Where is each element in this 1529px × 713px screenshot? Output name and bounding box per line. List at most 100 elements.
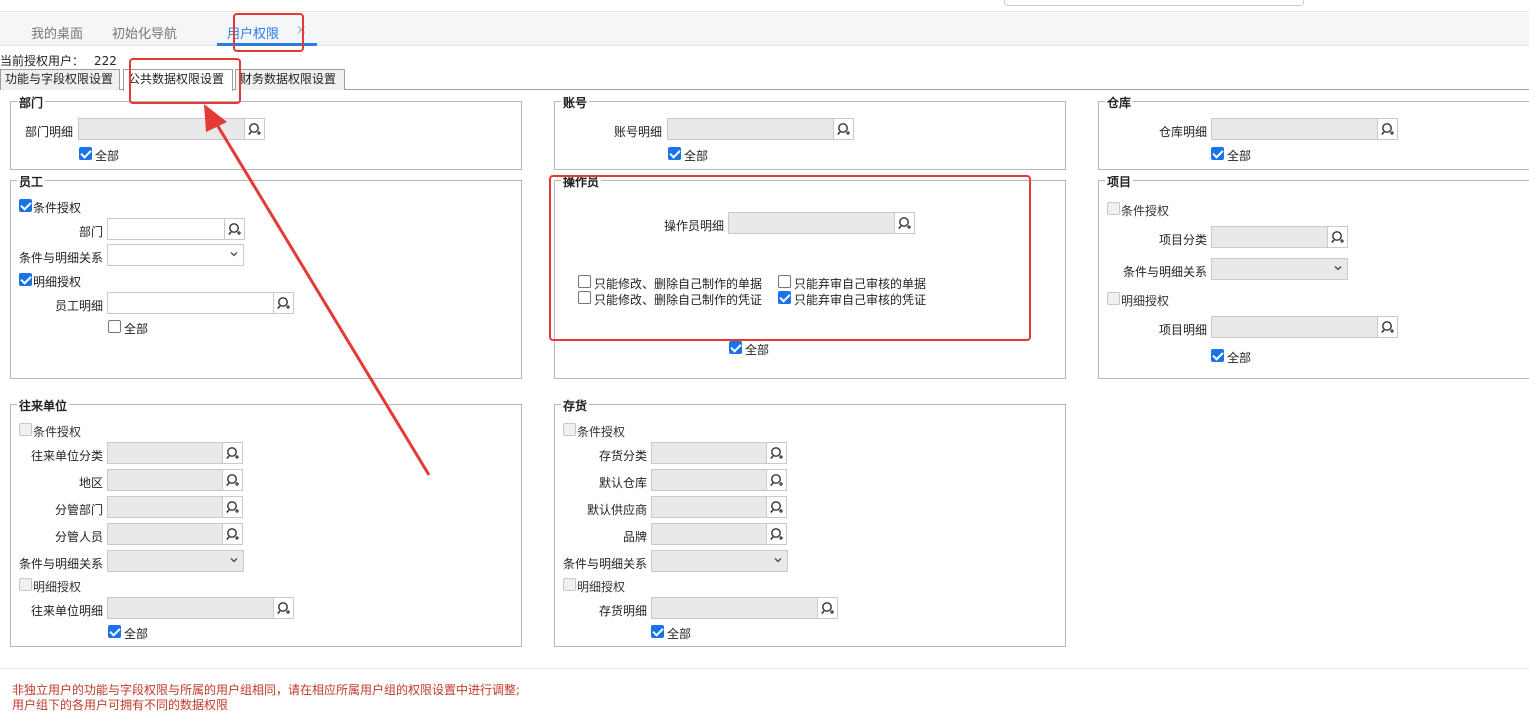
employee-cond-checkbox[interactable] (19, 199, 32, 212)
inventory-brand-search-button[interactable] (767, 523, 787, 545)
operator-detail-input[interactable] (728, 212, 895, 234)
partner-category-search-button[interactable] (223, 442, 243, 464)
warehouse-detail-search-button[interactable] (1378, 118, 1398, 140)
account-detail-label: 账号明细 (614, 125, 663, 139)
project-cond-checkbox[interactable] (1107, 202, 1120, 215)
inventory-cond-label: 条件授权 (577, 425, 626, 439)
chevron-down-icon (229, 555, 239, 565)
inventory-supplier-input[interactable] (651, 496, 767, 518)
tab-init-nav[interactable]: 初始化导航 (112, 23, 177, 42)
chevron-down-icon (1333, 263, 1343, 273)
inventory-brand-input[interactable] (651, 523, 767, 545)
inventory-all-checkbox[interactable] (651, 625, 664, 638)
operator-opt4-checkbox[interactable] (778, 291, 791, 304)
employee-all-checkbox[interactable] (108, 320, 121, 333)
operator-opt1-label: 只能修改、删除自己制作的单据 (594, 277, 763, 291)
subtab-public-data[interactable]: 公共数据权限设置 (123, 69, 233, 91)
employee-detail-auth-label: 明细授权 (33, 275, 82, 289)
search-icon (770, 500, 784, 514)
tab-my-desktop[interactable]: 我的桌面 (31, 23, 83, 42)
account-all-label: 全部 (684, 149, 709, 163)
operator-all-checkbox[interactable] (729, 341, 742, 354)
inventory-relation-label: 条件与明细关系 (563, 557, 648, 571)
project-detail-label: 项目明细 (1159, 323, 1208, 337)
partner-cond-label: 条件授权 (33, 425, 82, 439)
partner-all-checkbox[interactable] (108, 625, 121, 638)
partner-dept-input[interactable] (107, 496, 223, 518)
search-icon (226, 500, 240, 514)
main-tab-bar: 我的桌面 初始化导航 用户权限 × (0, 13, 1529, 46)
project-group-title: 项目 (1105, 173, 1134, 190)
inventory-relation-select[interactable] (651, 550, 788, 572)
inventory-supplier-search-button[interactable] (767, 496, 787, 518)
employee-relation-select[interactable] (107, 244, 244, 266)
dept-detail-input[interactable] (78, 118, 245, 140)
partner-relation-select[interactable] (107, 550, 244, 572)
employee-dept-label: 部门 (79, 225, 104, 239)
dept-detail-search-button[interactable] (245, 118, 265, 140)
inventory-warehouse-search-button[interactable] (767, 469, 787, 491)
inventory-category-input[interactable] (651, 442, 767, 464)
project-detail-input[interactable] (1211, 316, 1378, 338)
inventory-group-title: 存货 (561, 397, 590, 414)
partner-person-search-button[interactable] (223, 523, 243, 545)
account-detail-input[interactable] (667, 118, 834, 140)
employee-detail-input[interactable] (107, 292, 274, 314)
inventory-detail-auth-checkbox[interactable] (563, 578, 576, 591)
search-icon (898, 216, 912, 230)
partner-region-search-button[interactable] (223, 469, 243, 491)
project-category-input[interactable] (1211, 226, 1328, 248)
chevron-down-icon (773, 555, 783, 565)
partner-dept-search-button[interactable] (223, 496, 243, 518)
employee-dept-input[interactable] (107, 218, 225, 240)
operator-opt2-checkbox[interactable] (578, 291, 591, 304)
account-detail-search-button[interactable] (834, 118, 854, 140)
operator-detail-label: 操作员明细 (664, 219, 725, 233)
employee-dept-search-button[interactable] (225, 218, 245, 240)
inventory-warehouse-input[interactable] (651, 469, 767, 491)
search-icon (248, 122, 262, 136)
current-user-value: 222 (94, 54, 117, 68)
partner-detail-auth-checkbox[interactable] (19, 578, 32, 591)
partner-person-input[interactable] (107, 523, 223, 545)
account-all-checkbox[interactable] (668, 147, 681, 160)
tab-user-permission[interactable]: 用户权限 (227, 23, 279, 42)
inventory-brand-label: 品牌 (623, 530, 648, 544)
employee-all-label: 全部 (124, 322, 149, 336)
sub-tab-bar: 功能与字段权限设置 公共数据权限设置 财务数据权限设置 (0, 69, 1529, 91)
project-detail-search-button[interactable] (1378, 316, 1398, 338)
inventory-category-search-button[interactable] (767, 442, 787, 464)
project-relation-select[interactable] (1211, 258, 1348, 280)
search-icon (277, 296, 291, 310)
inventory-detail-search-button[interactable] (818, 597, 838, 619)
warehouse-detail-input[interactable] (1211, 118, 1378, 140)
partner-region-input[interactable] (107, 469, 223, 491)
top-search-input[interactable] (1004, 0, 1304, 6)
chevron-down-icon (229, 249, 239, 259)
project-all-checkbox[interactable] (1211, 349, 1224, 362)
search-icon (837, 122, 851, 136)
employee-detail-search-button[interactable] (274, 292, 294, 314)
partner-detail-search-button[interactable] (274, 597, 294, 619)
inventory-detail-label: 存货明细 (599, 604, 648, 618)
operator-opt3-checkbox[interactable] (778, 275, 791, 288)
subtab-function-field[interactable]: 功能与字段权限设置 (0, 69, 120, 90)
partner-detail-input[interactable] (107, 597, 274, 619)
employee-detail-auth-checkbox[interactable] (19, 273, 32, 286)
operator-opt1-checkbox[interactable] (578, 275, 591, 288)
warehouse-all-checkbox[interactable] (1211, 147, 1224, 160)
operator-detail-search-button[interactable] (895, 212, 915, 234)
tab-close-icon[interactable]: × (296, 23, 307, 38)
employee-cond-label: 条件授权 (33, 201, 82, 215)
project-detail-auth-checkbox[interactable] (1107, 292, 1120, 305)
inventory-cond-checkbox[interactable] (563, 423, 576, 436)
partner-cond-checkbox[interactable] (19, 423, 32, 436)
subtab-finance-data[interactable]: 财务数据权限设置 (235, 69, 345, 90)
project-category-search-button[interactable] (1328, 226, 1348, 248)
partner-category-input[interactable] (107, 442, 223, 464)
partner-category-label: 往来单位分类 (31, 449, 104, 463)
warehouse-group-title: 仓库 (1105, 94, 1134, 111)
dept-all-checkbox[interactable] (79, 147, 92, 160)
inventory-detail-input[interactable] (651, 597, 818, 619)
operator-opt2-label: 只能修改、删除自己制作的凭证 (594, 293, 763, 307)
